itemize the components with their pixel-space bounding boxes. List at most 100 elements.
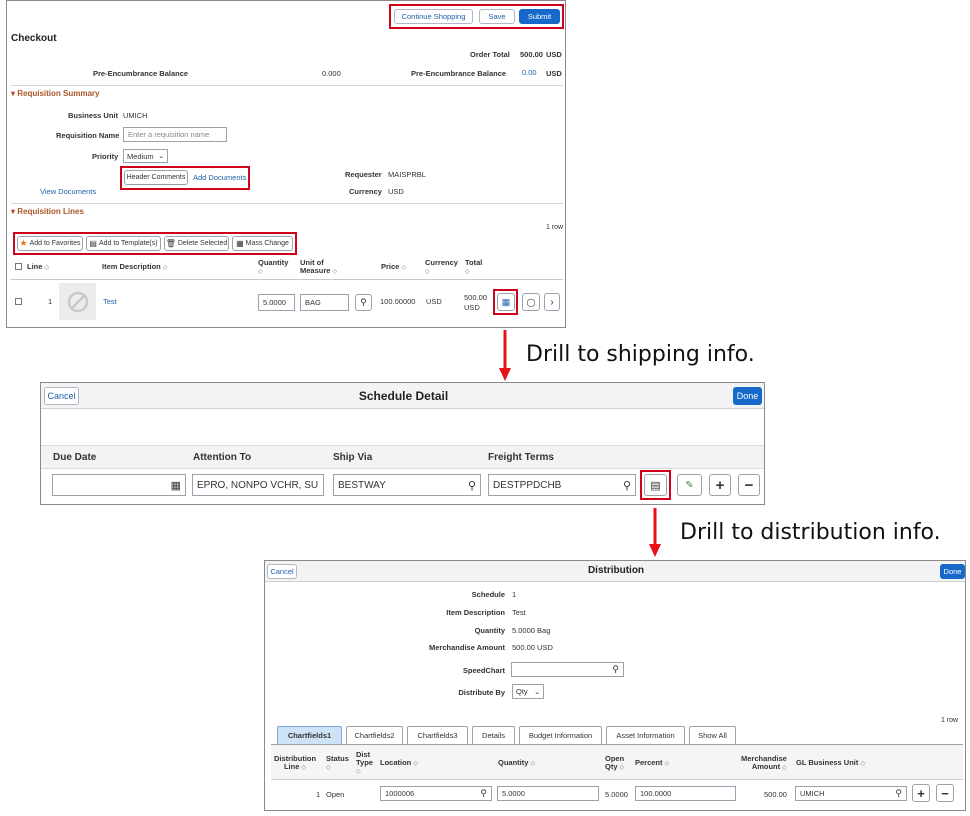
- done-button[interactable]: Done: [733, 387, 762, 405]
- speedchart-label: SpeedChart: [462, 666, 505, 675]
- calendar-icon[interactable]: ▦: [171, 479, 181, 492]
- col-gl-business-unit[interactable]: GL Business Unit ◇: [796, 759, 865, 768]
- select-all-checkbox[interactable]: [15, 263, 22, 270]
- pre-encumbrance-value-left: 0.000: [322, 69, 341, 78]
- row-checkbox[interactable]: [15, 298, 22, 305]
- freight-terms-input[interactable]: DESTPPDCHB ⚲: [488, 474, 636, 496]
- quantity-label: Quantity: [474, 626, 505, 635]
- price-tag-button[interactable]: ✎: [677, 474, 702, 496]
- pre-encumbrance-label-left: Pre-Encumbrance Balance: [93, 69, 189, 78]
- col-price[interactable]: Price ◇: [381, 263, 406, 272]
- requisition-summary-title: Requisition Summary: [17, 89, 100, 98]
- row-quantity-input[interactable]: 5.0000: [258, 294, 295, 311]
- col-total[interactable]: Total ◇: [465, 259, 482, 276]
- row-item-link[interactable]: Test: [103, 297, 117, 306]
- chevron-right-icon: ›: [550, 296, 554, 308]
- col-open-qty[interactable]: Open Qty ◇: [605, 755, 624, 772]
- sort-icon: ◇: [258, 269, 263, 275]
- tab-chartfields2[interactable]: Chartfields2: [346, 726, 403, 744]
- col-ship-via: Ship Via: [333, 452, 373, 463]
- requisition-name-input[interactable]: Enter a requisition name: [123, 127, 227, 142]
- delete-row-button[interactable]: −: [738, 474, 760, 496]
- ship-via-value: BESTWAY: [338, 479, 386, 491]
- view-documents-link[interactable]: View Documents: [40, 187, 96, 196]
- tab-budget-information[interactable]: Budget Information: [519, 726, 602, 744]
- tab-asset-information[interactable]: Asset Information: [606, 726, 685, 744]
- requisition-lines-header[interactable]: ▾ Requisition Lines: [11, 207, 84, 216]
- row-percent-input[interactable]: 100.0000: [635, 786, 736, 801]
- priority-select[interactable]: Medium ⌄: [123, 149, 168, 163]
- order-total-value: 500.00: [520, 50, 543, 59]
- speedchart-input[interactable]: ⚲: [511, 662, 624, 677]
- priority-value: Medium: [127, 151, 154, 161]
- done-button[interactable]: Done: [940, 564, 965, 579]
- tab-chartfields3[interactable]: Chartfields3: [407, 726, 468, 744]
- business-unit-label: Business Unit: [68, 111, 119, 120]
- row-uom-input[interactable]: BAG: [300, 294, 349, 311]
- row-location-value: 1000006: [385, 789, 415, 798]
- row-line-number: 1: [48, 297, 53, 306]
- plus-icon: +: [917, 785, 925, 801]
- highlight-box-documents: [120, 166, 250, 190]
- col-merchandise-amount[interactable]: Merchandise Amount ◇: [741, 755, 787, 772]
- search-icon[interactable]: ⚲: [480, 788, 487, 799]
- row-location-input[interactable]: 1000006 ⚲: [380, 786, 492, 801]
- sort-icon: ◇: [44, 265, 50, 271]
- ship-via-input[interactable]: BESTWAY ⚲: [333, 474, 481, 496]
- currency-value: USD: [388, 187, 404, 196]
- sort-icon: ◇: [401, 265, 407, 271]
- search-icon[interactable]: ⚲: [895, 788, 902, 799]
- col-line[interactable]: Line ◇: [27, 263, 49, 272]
- checkout-panel: Continue Shopping Save Submit Checkout O…: [6, 0, 566, 328]
- sort-icon: ◇: [326, 765, 331, 771]
- row-distribution-line: 1: [316, 790, 321, 799]
- schedule-detail-panel: Cancel Schedule Detail Done Due Date Att…: [40, 382, 765, 505]
- pre-encumbrance-value-right[interactable]: 0.00: [522, 68, 537, 77]
- tab-show-all[interactable]: Show All: [689, 726, 736, 744]
- col-percent[interactable]: Percent ◇: [635, 759, 669, 768]
- delete-row-button[interactable]: −: [936, 784, 954, 802]
- col-distribution-line[interactable]: Distribution Line ◇: [274, 755, 316, 772]
- add-row-button[interactable]: +: [912, 784, 930, 802]
- highlight-box-distribution: [640, 470, 671, 500]
- search-icon[interactable]: ⚲: [612, 664, 619, 675]
- col-location[interactable]: Location ◇: [380, 759, 418, 768]
- dialog-title: Distribution: [587, 565, 645, 576]
- sort-icon: ◇: [162, 265, 168, 271]
- arrow-down-2: [648, 508, 662, 558]
- col-dist-type[interactable]: Dist Type ◇: [356, 751, 373, 776]
- pre-encumbrance-label-right: Pre-Encumbrance Balance: [411, 69, 507, 78]
- requisition-lines-title: Requisition Lines: [17, 207, 84, 216]
- col-quantity[interactable]: Quantity ◇: [258, 259, 288, 276]
- requisition-name-placeholder: Enter a requisition name: [128, 130, 210, 139]
- add-row-button[interactable]: +: [709, 474, 731, 496]
- search-icon[interactable]: ⚲: [468, 479, 476, 492]
- minus-icon: −: [941, 785, 949, 801]
- requisition-summary-header[interactable]: ▾ Requisition Summary: [11, 89, 100, 98]
- due-date-input[interactable]: ▦: [52, 474, 186, 496]
- tab-chartfields1[interactable]: Chartfields1: [277, 726, 342, 744]
- row-quantity-input[interactable]: 5.0000: [497, 786, 599, 801]
- row-gl-business-unit-input[interactable]: UMICH ⚲: [795, 786, 907, 801]
- tab-details[interactable]: Details: [472, 726, 515, 744]
- sort-icon: ◇: [356, 769, 361, 775]
- comment-button[interactable]: ◯: [522, 293, 540, 311]
- row-total-currency: USD: [464, 303, 480, 312]
- attention-to-input[interactable]: EPRO, NONPO VCHR, SU: [192, 474, 324, 496]
- row-detail-button[interactable]: ›: [544, 293, 560, 311]
- row-open-qty: 5.0000: [605, 790, 628, 799]
- col-status[interactable]: Status ◇: [326, 755, 349, 772]
- distribute-by-select[interactable]: Qty ⌄: [512, 684, 544, 699]
- col-unit-of-measure[interactable]: Unit of Measure ◇: [300, 259, 337, 276]
- sort-icon: ◇: [301, 765, 307, 771]
- sort-icon: ◇: [413, 761, 418, 767]
- uom-lookup-button[interactable]: ⚲: [355, 294, 372, 311]
- comment-icon: ◯: [526, 297, 536, 307]
- row-count: 1 row: [546, 224, 564, 231]
- item-description-label: Item Description: [446, 608, 505, 617]
- pre-encumbrance-currency-right: USD: [546, 69, 562, 78]
- col-currency[interactable]: Currency ◇: [425, 259, 458, 276]
- search-icon[interactable]: ⚲: [623, 479, 631, 492]
- col-quantity[interactable]: Quantity ◇: [498, 759, 535, 768]
- col-item-description[interactable]: Item Description ◇: [102, 263, 167, 272]
